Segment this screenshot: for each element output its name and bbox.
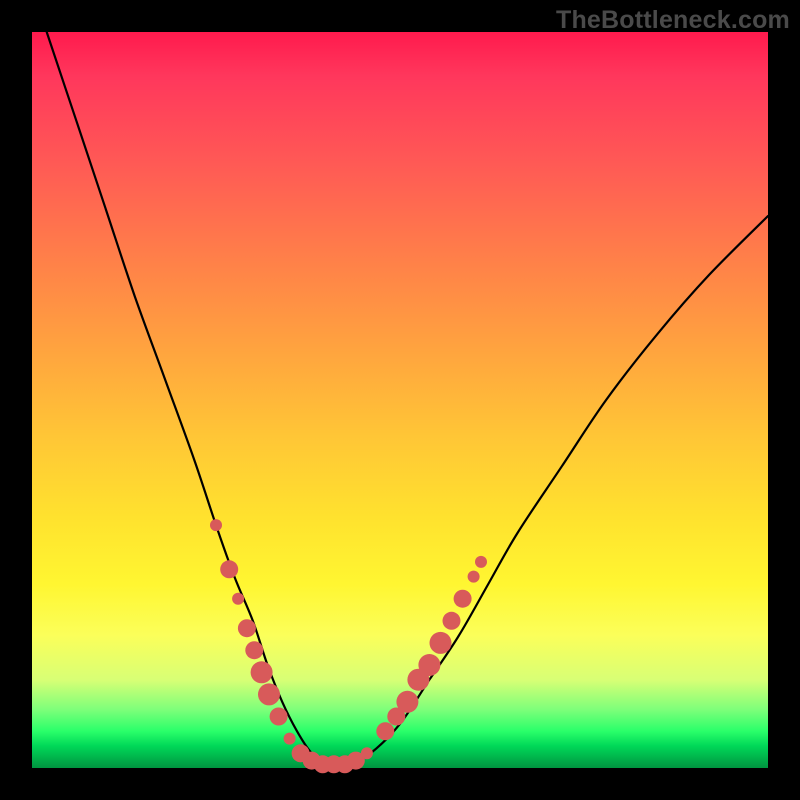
curve-marker bbox=[210, 519, 222, 531]
curve-marker bbox=[238, 619, 256, 637]
plot-area bbox=[32, 32, 768, 768]
curve-marker bbox=[245, 641, 263, 659]
chart-frame: TheBottleneck.com bbox=[0, 0, 800, 800]
curve-marker bbox=[270, 708, 288, 726]
curve-marker bbox=[454, 590, 472, 608]
bottleneck-curve bbox=[47, 32, 768, 766]
curve-marker bbox=[361, 747, 373, 759]
curve-marker bbox=[430, 632, 452, 654]
marker-layer bbox=[210, 519, 487, 773]
curve-marker bbox=[232, 593, 244, 605]
curve-marker bbox=[376, 722, 394, 740]
curve-marker bbox=[443, 612, 461, 630]
curve-marker bbox=[284, 733, 296, 745]
curve-marker bbox=[220, 560, 238, 578]
curve-marker bbox=[468, 571, 480, 583]
curve-marker bbox=[475, 556, 487, 568]
curve-marker bbox=[258, 683, 280, 705]
curve-marker bbox=[396, 691, 418, 713]
curve-marker bbox=[418, 654, 440, 676]
attribution-text: TheBottleneck.com bbox=[556, 6, 790, 35]
curve-layer bbox=[32, 32, 768, 768]
curve-marker bbox=[251, 661, 273, 683]
